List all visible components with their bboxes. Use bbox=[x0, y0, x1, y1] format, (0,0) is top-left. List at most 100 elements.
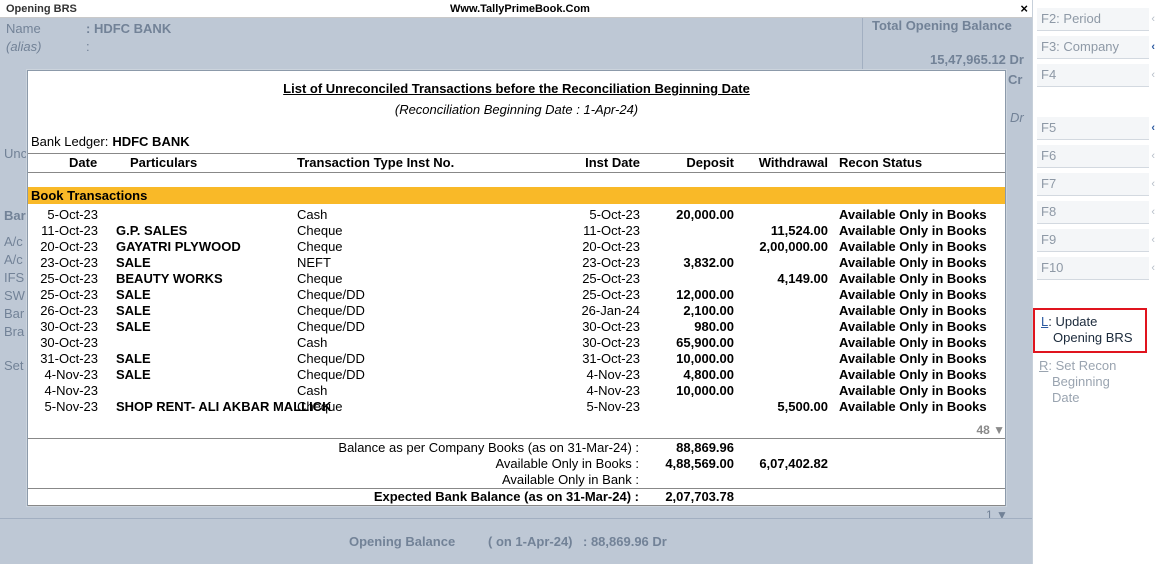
cell-particulars: G.P. SALES bbox=[116, 223, 188, 238]
table-row[interactable]: 4-Nov-23 SALE Cheque/DD 4-Nov-23 4,800.00 Ava… bbox=[28, 367, 1005, 383]
title-bar: Opening BRS Www.TallyPrimeBook.Com × bbox=[0, 0, 1032, 18]
table-row[interactable]: 31-Oct-23 SALE Cheque/DD 31-Oct-23 10,000.00… bbox=[28, 351, 1005, 367]
table-row[interactable]: 4-Nov-23 Cash 4-Nov-23 10,000.00 Available O… bbox=[28, 383, 1005, 399]
cell-recon-status: Available Only in Books bbox=[839, 319, 987, 334]
summary-balance-row: Balance as per Company Books (as on 31-M… bbox=[28, 440, 1005, 456]
chevron-left-icon: ‹ bbox=[1151, 178, 1155, 190]
divider bbox=[28, 153, 1005, 154]
cell-withdrawal: 2,00,000.00 bbox=[759, 239, 828, 254]
cell-date: 30-Oct-23 bbox=[40, 335, 98, 350]
cell-date: 26-Oct-23 bbox=[40, 303, 98, 318]
cell-inst-date: 4-Nov-23 bbox=[586, 383, 640, 398]
cell-deposit: 10,000.00 bbox=[676, 351, 734, 366]
books-withdrawal: 6,07,402.82 bbox=[759, 456, 828, 471]
cell-transaction-type: Cheque/DD bbox=[297, 303, 365, 318]
cell-date: 25-Oct-23 bbox=[40, 287, 98, 302]
cell-transaction-type: Cheque bbox=[297, 223, 343, 238]
more-indicator[interactable]: 48 ▼ bbox=[976, 423, 1005, 437]
cell-transaction-type: Cash bbox=[297, 383, 328, 398]
col-transaction-type: Transaction Type Inst No. bbox=[297, 155, 455, 170]
table-row[interactable]: 30-Oct-23 Cash 30-Oct-23 65,900.00 Available… bbox=[28, 335, 1005, 351]
cell-deposit: 10,000.00 bbox=[676, 383, 734, 398]
table-row[interactable]: 5-Nov-23 SHOP RENT- ALI AKBAR MALLICK Cheq… bbox=[28, 399, 1005, 415]
cell-recon-status: Available Only in Books bbox=[839, 303, 987, 318]
col-inst-date: Inst Date bbox=[585, 155, 640, 170]
cell-transaction-type: Cheque bbox=[297, 239, 343, 254]
cell-deposit: 980.00 bbox=[694, 319, 734, 334]
f2-period-button[interactable]: F2: Period ‹ bbox=[1037, 8, 1155, 31]
dialog-title: List of Unreconciled Transactions before… bbox=[283, 81, 750, 96]
col-recon-status: Recon Status bbox=[839, 155, 923, 170]
cell-date: 23-Oct-23 bbox=[40, 255, 98, 270]
table-row[interactable]: 11-Oct-23 G.P. SALES Cheque 11-Oct-23 11,524… bbox=[28, 223, 1005, 239]
bank-label: Available Only in Bank : bbox=[501, 472, 639, 487]
f5-button[interactable]: F5 ‹ bbox=[1037, 117, 1155, 140]
f6-button[interactable]: F6 ‹ bbox=[1037, 145, 1155, 168]
f3-company-button[interactable]: F3: Company ‹ bbox=[1037, 36, 1155, 59]
cell-transaction-type: Cash bbox=[297, 207, 328, 222]
cell-particulars: SALE bbox=[116, 255, 151, 270]
col-withdrawal: Withdrawal bbox=[758, 155, 828, 170]
table-row[interactable]: 25-Oct-23 BEAUTY WORKS Cheque 25-Oct-23 4,14… bbox=[28, 271, 1005, 287]
site-watermark: Www.TallyPrimeBook.Com bbox=[450, 3, 590, 15]
table-row[interactable]: 23-Oct-23 SALE NEFT 23-Oct-23 3,832.00 Availa… bbox=[28, 255, 1005, 271]
cell-date: 30-Oct-23 bbox=[40, 319, 98, 334]
cell-withdrawal: 4,149.00 bbox=[777, 271, 828, 286]
f10-button[interactable]: F10 ‹ bbox=[1037, 257, 1155, 280]
cell-recon-status: Available Only in Books bbox=[839, 223, 987, 238]
cell-date: 20-Oct-23 bbox=[40, 239, 98, 254]
chevron-left-icon: ‹ bbox=[1151, 234, 1155, 246]
table-row[interactable]: 26-Oct-23 SALE Cheque/DD 26-Jan-24 2,100.00 A… bbox=[28, 303, 1005, 319]
unreconciled-transactions-dialog: List of Unreconciled Transactions before… bbox=[27, 70, 1006, 506]
cell-recon-status: Available Only in Books bbox=[839, 287, 987, 302]
cell-particulars: SALE bbox=[116, 287, 151, 302]
cell-transaction-type: Cheque/DD bbox=[297, 367, 365, 382]
recon-label: : Set Recon bbox=[1048, 358, 1117, 373]
cell-particulars: SALE bbox=[116, 367, 151, 382]
cell-inst-date: 30-Oct-23 bbox=[582, 335, 640, 350]
update-label: : Update bbox=[1048, 314, 1098, 329]
cell-particulars: SALE bbox=[116, 303, 151, 318]
expected-value: 2,07,703.78 bbox=[665, 489, 734, 504]
table-row[interactable]: 25-Oct-23 SALE Cheque/DD 25-Oct-23 12,000.00… bbox=[28, 287, 1005, 303]
col-date: Date bbox=[69, 155, 98, 170]
books-label: Available Only in Books : bbox=[495, 456, 639, 471]
cell-recon-status: Available Only in Books bbox=[839, 399, 987, 414]
cell-inst-date: 30-Oct-23 bbox=[582, 319, 640, 334]
cell-recon-status: Available Only in Books bbox=[839, 255, 987, 270]
summary-expected-row: Expected Bank Balance (as on 31-Mar-24) … bbox=[28, 489, 1005, 505]
f4-button[interactable]: F4 ‹ bbox=[1037, 64, 1155, 87]
f9-button[interactable]: F9 ‹ bbox=[1037, 229, 1155, 252]
update-label-2: Opening BRS bbox=[1053, 330, 1133, 345]
update-opening-brs-button[interactable]: L: Update Opening BRS bbox=[1033, 308, 1147, 353]
table-row[interactable]: 5-Oct-23 Cash 5-Oct-23 20,000.00 Available O… bbox=[28, 207, 1005, 223]
cell-inst-date: 25-Oct-23 bbox=[582, 271, 640, 286]
f8-button[interactable]: F8 ‹ bbox=[1037, 201, 1155, 224]
cell-inst-date: 31-Oct-23 bbox=[582, 351, 640, 366]
cell-deposit: 3,832.00 bbox=[683, 255, 734, 270]
cell-inst-date: 11-Oct-23 bbox=[583, 223, 640, 238]
chevron-left-icon: ‹ bbox=[1151, 206, 1155, 218]
cell-inst-date: 5-Nov-23 bbox=[586, 399, 640, 414]
cell-recon-status: Available Only in Books bbox=[839, 383, 987, 398]
col-particulars: Particulars bbox=[130, 155, 198, 170]
shortcut-key: R bbox=[1039, 358, 1049, 373]
close-icon[interactable]: × bbox=[1020, 1, 1028, 16]
chevron-left-icon: ‹ bbox=[1151, 122, 1155, 134]
cell-recon-status: Available Only in Books bbox=[839, 239, 987, 254]
cell-recon-status: Available Only in Books bbox=[839, 271, 987, 286]
cell-transaction-type: Cheque/DD bbox=[297, 319, 365, 334]
cell-transaction-type: Cheque/DD bbox=[297, 351, 365, 366]
table-row[interactable]: 20-Oct-23 GAYATRI PLYWOOD Cheque 20-Oct-23 2… bbox=[28, 239, 1005, 255]
chevron-left-icon: ‹ bbox=[1151, 69, 1155, 81]
cell-transaction-type: Cheque/DD bbox=[297, 287, 365, 302]
cell-date: 5-Nov-23 bbox=[44, 399, 98, 414]
divider bbox=[28, 438, 1005, 439]
table-row[interactable]: 30-Oct-23 SALE Cheque/DD 30-Oct-23 980.00 Ava… bbox=[28, 319, 1005, 335]
set-recon-beginning-date-button[interactable]: R: Set Recon Beginning Date bbox=[1036, 358, 1146, 412]
cell-deposit: 2,100.00 bbox=[683, 303, 734, 318]
chevron-left-icon: ‹ bbox=[1151, 41, 1155, 53]
balance-label: Balance as per Company Books (as on 31-M… bbox=[338, 440, 639, 455]
table-header: Date Particulars Transaction Type Inst N… bbox=[28, 155, 1005, 173]
f7-button[interactable]: F7 ‹ bbox=[1037, 173, 1155, 196]
